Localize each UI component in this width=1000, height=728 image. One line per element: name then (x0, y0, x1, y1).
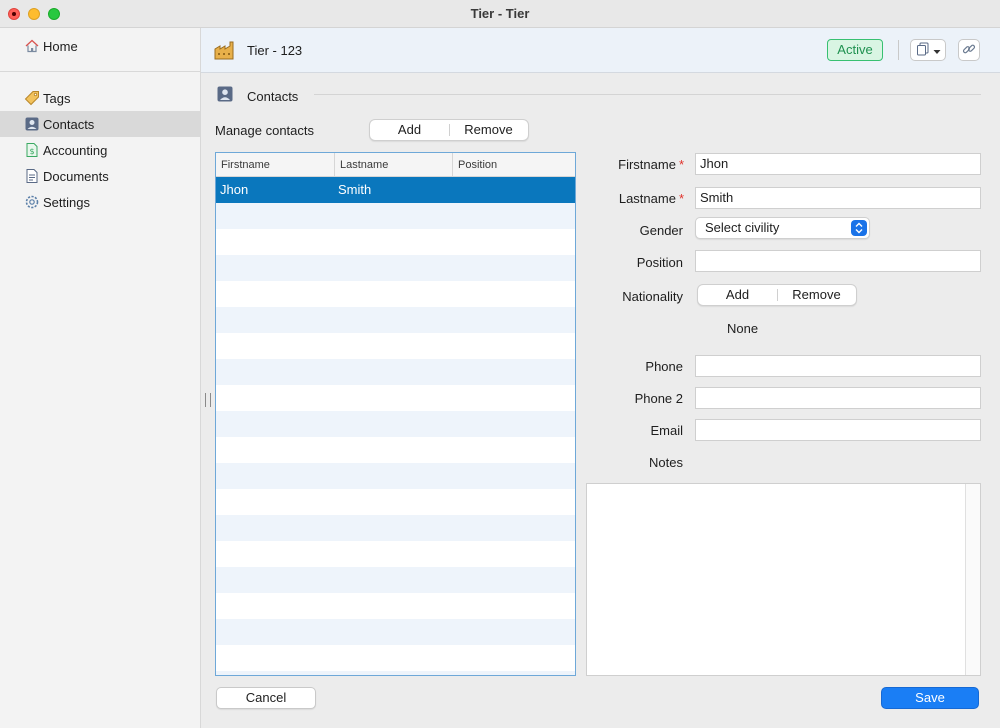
table-row-empty (216, 281, 575, 307)
sidebar-item-settings[interactable]: Settings (0, 189, 200, 215)
sidebar-item-contacts[interactable]: Contacts (0, 111, 200, 137)
required-marker: * (678, 191, 684, 206)
home-icon (24, 38, 40, 54)
window-title: Tier - Tier (470, 6, 530, 21)
page-title: Tier - 123 (247, 43, 303, 58)
sidebar-item-label: Settings (43, 194, 90, 210)
phone2-label: Phone 2 (634, 391, 683, 406)
gender-select-value: Select civility (705, 220, 780, 235)
table-row-empty (216, 385, 575, 411)
link-icon (962, 42, 976, 59)
phone2-field[interactable] (695, 387, 981, 409)
lastname-label: Lastname * (618, 191, 684, 206)
svg-text:$: $ (29, 147, 34, 156)
cell-lastname: Smith (338, 182, 372, 197)
sidebar-divider (0, 71, 200, 72)
remove-nationality-button[interactable]: Remove (777, 285, 856, 305)
table-row-empty (216, 307, 575, 333)
nationality-add-remove-control: Add Remove (697, 284, 857, 306)
firstname-field[interactable]: Jhon (695, 153, 981, 175)
status-badge: Active (827, 39, 883, 61)
nationality-value: None (727, 321, 759, 336)
add-contact-button[interactable]: Add (370, 120, 449, 140)
remove-contact-button[interactable]: Remove (449, 120, 528, 140)
table-row-empty (216, 619, 575, 645)
lastname-field[interactable]: Smith (695, 187, 981, 209)
table-header: Firstname Lastname Position (216, 153, 575, 177)
sidebar-item-label: Tags (43, 90, 71, 106)
table-row-empty (216, 567, 575, 593)
table-row-empty (216, 489, 575, 515)
sidebar-item-label: Accounting (43, 142, 108, 158)
sidebar-item-label: Contacts (43, 116, 95, 132)
gear-icon (24, 194, 40, 210)
column-header-lastname[interactable]: Lastname (334, 153, 452, 176)
column-header-position[interactable]: Position (452, 153, 575, 176)
table-row-empty (216, 463, 575, 489)
section-divider (314, 94, 981, 95)
save-button[interactable]: Save (881, 687, 979, 709)
header-divider (898, 40, 899, 60)
table-row-empty (216, 411, 575, 437)
required-marker: * (678, 157, 684, 172)
sidebar-item-accounting[interactable]: $ Accounting (0, 137, 200, 163)
notes-label: Notes (649, 455, 683, 470)
cancel-button[interactable]: Cancel (216, 687, 316, 709)
tag-icon (24, 90, 40, 106)
cell-position (452, 177, 575, 203)
table-row-empty (216, 359, 575, 385)
gender-label: Gender (639, 223, 683, 238)
split-view-handle[interactable] (205, 393, 211, 407)
cell-firstname: Jhon (220, 182, 249, 197)
sidebar-item-tags[interactable]: Tags (0, 85, 200, 111)
notes-scrollbar[interactable] (965, 484, 980, 675)
main-panel: Contacts Manage contacts Add Remove Firs… (201, 73, 1000, 728)
table-row-empty (216, 437, 575, 463)
nationality-label: Nationality (622, 289, 683, 304)
phone-field[interactable] (695, 355, 981, 377)
document-icon (24, 168, 40, 184)
phone-label: Phone (645, 359, 683, 374)
section-title: Contacts (247, 89, 299, 104)
table-row[interactable]: Jhon Smith (216, 177, 575, 203)
email-label: Email (650, 423, 683, 438)
select-stepper-icon (851, 220, 867, 236)
contact-icon (24, 116, 40, 132)
column-header-firstname[interactable]: Firstname (216, 153, 334, 176)
firstname-label: Firstname * (618, 157, 684, 172)
table-row-empty (216, 203, 575, 229)
sidebar-item-label: Home (43, 38, 78, 54)
sidebar: Home Tags Contacts $ Accounting Document… (0, 28, 201, 728)
table-row-empty (216, 229, 575, 255)
contacts-add-remove-control: Add Remove (369, 119, 529, 141)
table-row-empty (216, 333, 575, 359)
accounting-icon: $ (24, 142, 40, 158)
sidebar-item-home[interactable]: Home (0, 33, 200, 59)
gender-select[interactable]: Select civility (695, 217, 870, 239)
table-row-empty (216, 255, 575, 281)
copy-menu-button[interactable] (910, 39, 946, 61)
factory-icon (213, 39, 235, 64)
manage-contacts-label: Manage contacts (215, 123, 315, 138)
table-row-empty (216, 593, 575, 619)
sidebar-item-documents[interactable]: Documents (0, 163, 200, 189)
table-row-empty (216, 541, 575, 567)
title-bar: Tier - Tier (0, 0, 1000, 28)
table-row-empty (216, 645, 575, 671)
position-label: Position (636, 255, 683, 270)
email-field[interactable] (695, 419, 981, 441)
notes-textarea[interactable] (586, 483, 981, 676)
table-row-empty (216, 671, 575, 675)
table-row-empty (216, 515, 575, 541)
add-nationality-button[interactable]: Add (698, 285, 777, 305)
chevron-down-icon (933, 43, 941, 58)
copy-icon (916, 42, 930, 59)
position-field[interactable] (695, 250, 981, 272)
contacts-table: Firstname Lastname Position Jhon Smith (215, 152, 576, 676)
link-button[interactable] (958, 39, 980, 61)
contact-icon (216, 85, 234, 106)
record-header: Tier - 123 Active (201, 28, 1000, 73)
sidebar-item-label: Documents (43, 168, 109, 184)
